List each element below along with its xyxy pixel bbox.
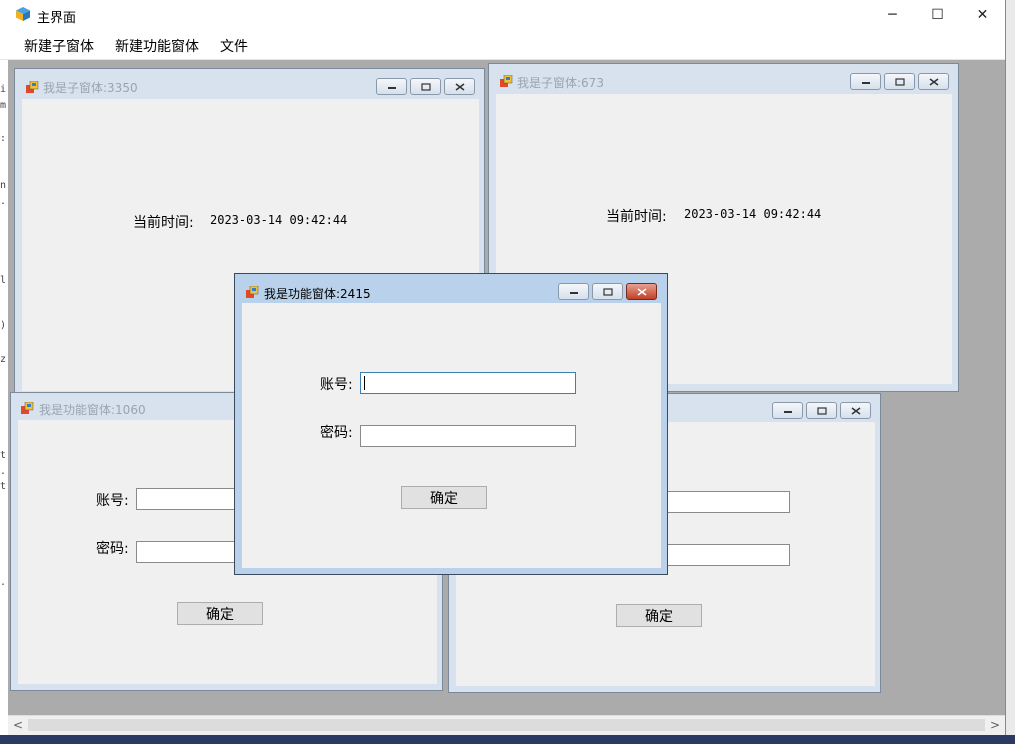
- main-titlebar[interactable]: [0, 0, 1005, 30]
- password-input[interactable]: [136, 541, 246, 563]
- chevron-right-icon: >: [989, 718, 1001, 732]
- password-input[interactable]: [360, 425, 576, 447]
- current-time-label: 当前时间:: [606, 209, 667, 225]
- child-restore-button[interactable]: [884, 73, 915, 90]
- edge-text: z: [0, 354, 7, 365]
- edge-text: .: [0, 196, 7, 207]
- account-input[interactable]: [360, 372, 576, 394]
- child-close-button[interactable]: [626, 283, 657, 300]
- background-editor-edge: [0, 60, 8, 715]
- child-restore-button[interactable]: [806, 402, 837, 419]
- edge-text: ): [0, 320, 7, 331]
- edge-text: .: [0, 577, 7, 588]
- ok-button[interactable]: 确定: [616, 604, 702, 627]
- menu-new-child[interactable]: 新建子窗体: [24, 36, 94, 56]
- maximize-button[interactable]: ☐: [915, 0, 960, 30]
- ok-button[interactable]: 确定: [177, 602, 263, 625]
- close-icon: ✕: [976, 7, 989, 23]
- child-minimize-button[interactable]: [558, 283, 589, 300]
- desktop-background-strip: [1006, 0, 1015, 735]
- current-time-label: 当前时间:: [133, 215, 194, 231]
- current-time-value: 2023-03-14 09:42:44: [684, 207, 822, 221]
- main-window-title: 主界面: [37, 11, 77, 26]
- child-minimize-button[interactable]: [376, 78, 407, 95]
- form-icon: [26, 80, 39, 94]
- form-icon: [500, 74, 513, 88]
- account-input[interactable]: [136, 488, 246, 510]
- child-close-button[interactable]: [918, 73, 949, 90]
- child-restore-button[interactable]: [592, 283, 623, 300]
- current-time-value: 2023-03-14 09:42:44: [210, 213, 348, 227]
- scroll-right-button[interactable]: >: [985, 715, 1005, 735]
- account-label: 账号:: [320, 377, 353, 393]
- child-restore-button[interactable]: [410, 78, 441, 95]
- minimize-button[interactable]: ─: [870, 0, 915, 30]
- menu-new-function-window[interactable]: 新建功能窗体: [115, 36, 199, 56]
- form-icon: [21, 401, 34, 415]
- edge-text: .: [0, 466, 7, 477]
- child-minimize-button[interactable]: [850, 73, 881, 90]
- text-caret: [364, 376, 365, 390]
- child-title: 我是功能窗体:2415: [264, 287, 371, 301]
- minimize-icon: ─: [888, 7, 897, 23]
- menu-file[interactable]: 文件: [220, 36, 248, 56]
- edge-text: n: [0, 180, 7, 191]
- chevron-left-icon: <: [12, 718, 24, 732]
- edge-text: :: [0, 133, 7, 144]
- child-client-area: 账号: 密码: 确定: [242, 303, 661, 568]
- child-close-button[interactable]: [444, 78, 475, 95]
- form-icon: [246, 285, 259, 299]
- scroll-left-button[interactable]: <: [8, 715, 28, 735]
- scrollbar-thumb[interactable]: [28, 719, 985, 731]
- maximize-icon: ☐: [931, 7, 944, 23]
- edge-text: l: [0, 275, 7, 286]
- edge-text: i: [0, 84, 7, 95]
- edge-text: t: [0, 450, 7, 461]
- function-window-2415[interactable]: 我是功能窗体:2415 账号: 密码: 确定: [234, 273, 668, 575]
- child-title: 我是子窗体:673: [517, 76, 604, 90]
- account-label: 账号:: [96, 493, 129, 509]
- app-icon: [16, 7, 30, 21]
- child-close-button[interactable]: [840, 402, 871, 419]
- taskbar-strip: [0, 735, 1015, 744]
- child-title: 我是功能窗体:1060: [39, 403, 146, 417]
- edge-text: m: [0, 100, 7, 111]
- child-title: 我是子窗体:3350: [43, 81, 138, 95]
- child-minimize-button[interactable]: [772, 402, 803, 419]
- password-label: 密码:: [320, 425, 353, 441]
- close-button[interactable]: ✕: [960, 0, 1005, 30]
- ok-button[interactable]: 确定: [401, 486, 487, 509]
- edge-text: t: [0, 481, 7, 492]
- password-label: 密码:: [96, 541, 129, 557]
